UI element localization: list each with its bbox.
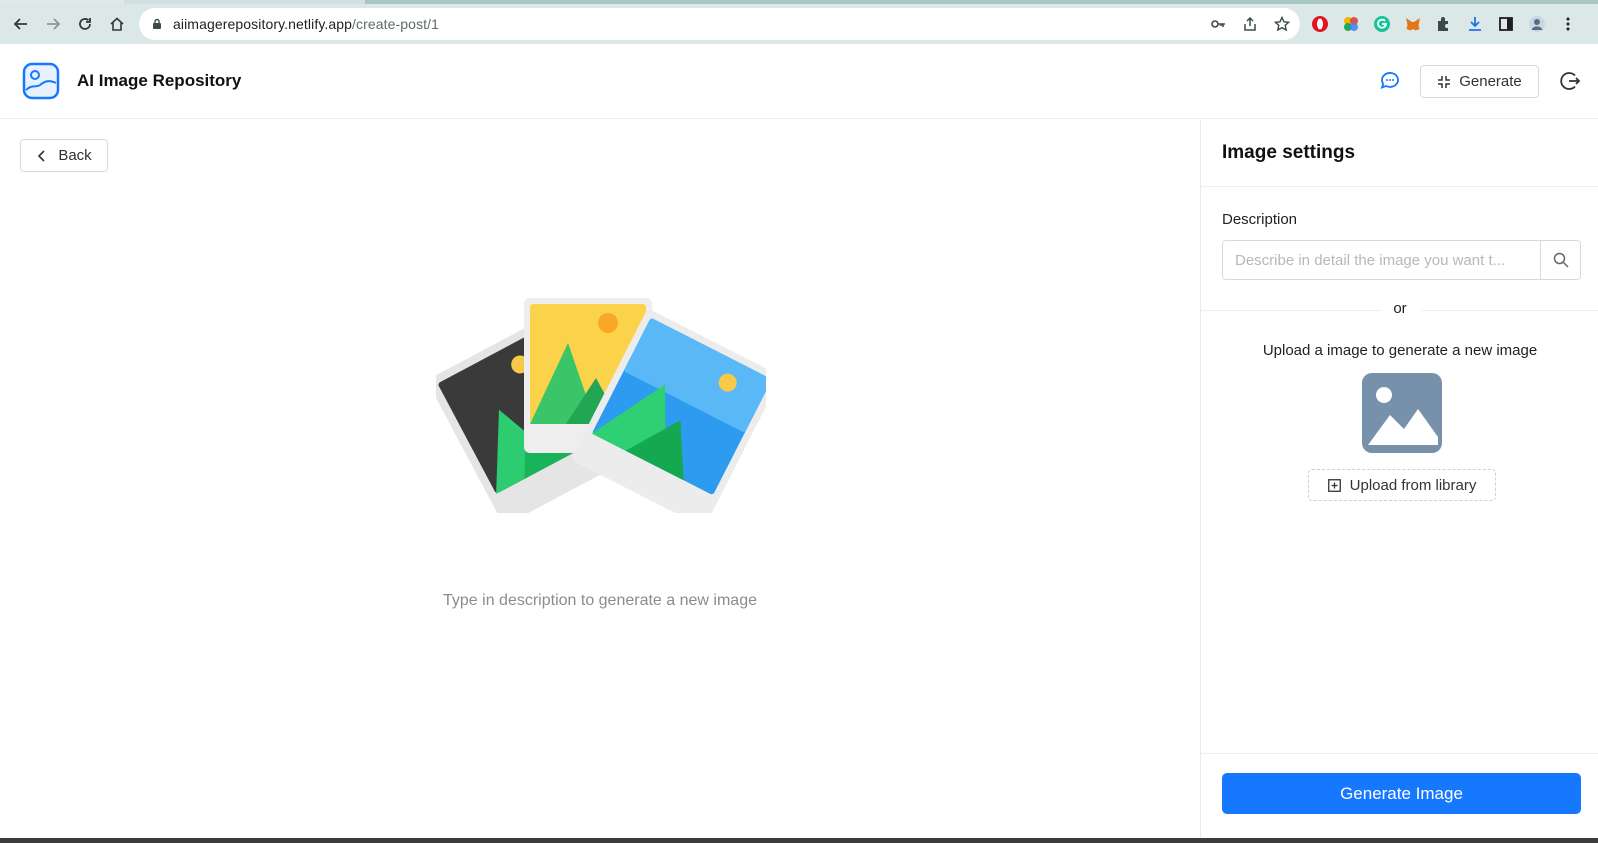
search-button[interactable] — [1540, 241, 1580, 279]
app-header: AI Image Repository Generate — [0, 44, 1598, 119]
or-divider: or — [1201, 300, 1598, 320]
key-icon[interactable] — [1210, 16, 1226, 32]
app-name: AI Image Repository — [77, 71, 242, 90]
empty-state-message: Type in description to generate a new im… — [443, 592, 757, 609]
back-button[interactable]: Back — [20, 139, 108, 172]
image-placeholder-icon — [1362, 373, 1442, 453]
opera-icon[interactable] — [1310, 14, 1330, 34]
description-search-group — [1222, 240, 1581, 280]
panel-title: Image settings — [1222, 142, 1356, 163]
url-text: aiimagerepository.netlify.app/create-pos… — [173, 16, 440, 32]
main-content: Back Type in description to generate a n… — [0, 120, 1200, 838]
lock-icon — [153, 18, 161, 29]
download-icon[interactable] — [1465, 14, 1485, 34]
chevron-left-icon — [38, 149, 45, 162]
search-icon — [1553, 252, 1569, 268]
description-input[interactable] — [1223, 241, 1540, 279]
extensions-bar — [1310, 8, 1578, 40]
divider — [1201, 186, 1598, 187]
photos-illustration — [436, 298, 766, 513]
header-generate-button[interactable]: Generate — [1420, 65, 1539, 98]
more-icon[interactable] — [1558, 14, 1578, 34]
color-wheel-icon[interactable] — [1341, 14, 1361, 34]
address-bar[interactable]: aiimagerepository.netlify.app/create-pos… — [139, 8, 1300, 40]
back-arrow-icon[interactable] — [5, 8, 37, 40]
upload-instruction: Upload a image to generate a new image — [1262, 342, 1538, 359]
brand[interactable]: AI Image Repository — [22, 62, 241, 100]
sidebar-icon[interactable] — [1496, 14, 1516, 34]
upload-from-library-button[interactable]: Upload from library — [1308, 469, 1496, 501]
description-label: Description — [1222, 211, 1298, 228]
metamask-icon[interactable] — [1403, 14, 1423, 34]
browser-toolbar: aiimagerepository.netlify.app/create-pos… — [0, 4, 1598, 44]
star-icon[interactable] — [1274, 16, 1290, 32]
puzzle-icon[interactable] — [1434, 14, 1454, 34]
taskbar-strip — [0, 838, 1598, 843]
reload-icon[interactable] — [69, 8, 101, 40]
share-icon[interactable] — [1242, 16, 1258, 32]
compress-icon — [1438, 75, 1451, 88]
chat-icon[interactable] — [1378, 68, 1402, 92]
grammarly-icon[interactable] — [1372, 14, 1392, 34]
forward-arrow-icon[interactable] — [37, 8, 69, 40]
plus-square-icon — [1327, 478, 1341, 492]
profile-avatar-icon[interactable] — [1527, 14, 1547, 34]
divider — [1201, 753, 1598, 754]
image-logo-icon — [22, 62, 60, 100]
home-icon[interactable] — [101, 8, 133, 40]
generate-image-button[interactable]: Generate Image — [1222, 773, 1581, 814]
image-settings-panel: Image settings Description or Upload a i… — [1200, 120, 1598, 838]
logout-icon[interactable] — [1559, 70, 1581, 92]
